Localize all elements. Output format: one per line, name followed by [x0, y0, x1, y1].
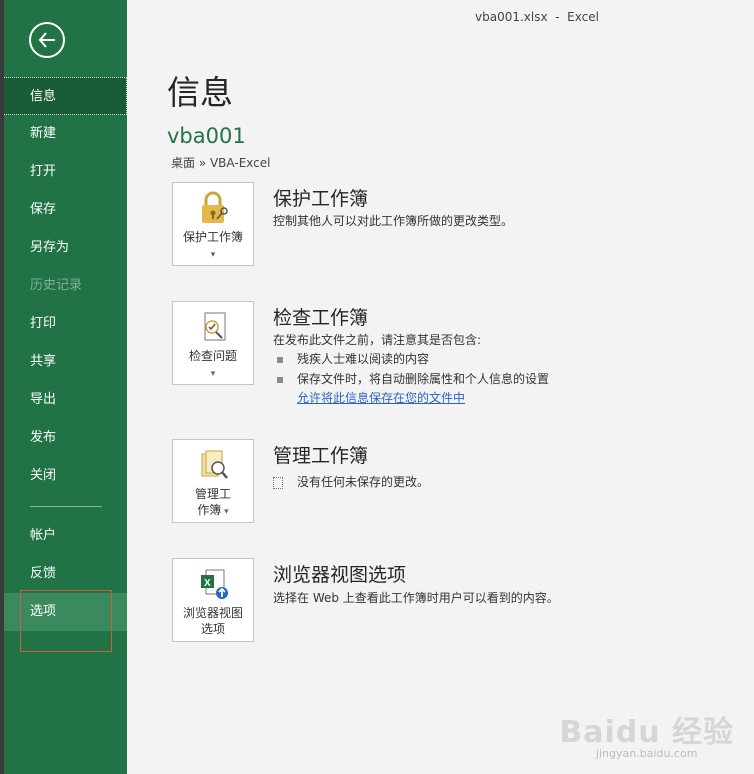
info-panel: vba001.xlsx - Excel 信息 vba001 桌面 » VBA-E…: [127, 0, 754, 774]
baidu-logo: Baidu 经验: [559, 715, 734, 750]
unsaved-changes-note: 没有任何未保存的更改。: [273, 473, 429, 490]
check-issues-button[interactable]: 检查问题 ▾: [172, 301, 254, 385]
inspect-workbook-title: 检查工作簿: [273, 307, 369, 329]
nav-item-account[interactable]: 帐户: [4, 517, 127, 555]
nav-item-feedback[interactable]: 反馈: [4, 555, 127, 593]
page-title: 信息: [167, 73, 233, 112]
bullet-square-icon: [277, 356, 283, 363]
protect-workbook-title: 保护工作簿: [273, 188, 369, 210]
lock-key-icon: [202, 191, 228, 223]
inspect-bullet-accessibility: 残疾人士难以阅读的内容: [277, 350, 429, 367]
dropdown-caret-icon: ▾: [221, 507, 229, 517]
svg-text:X: X: [204, 578, 211, 589]
browser-view-options-button[interactable]: X 浏览器视图 选项: [172, 558, 254, 642]
nav-item-options[interactable]: 选项: [4, 593, 127, 631]
inspect-doc-icon: [204, 312, 226, 341]
nav-divider: [30, 506, 102, 507]
backstage-nav: 信息 新建 打开 保存 另存为 历史记录 打印 共享 导出 发布 关闭 帐户 反…: [4, 0, 127, 774]
window-title: vba001.xlsx - Excel: [475, 10, 599, 24]
allow-save-info-link[interactable]: 允许将此信息保存在您的文件中: [297, 389, 465, 406]
nav-item-share[interactable]: 共享: [4, 343, 127, 381]
nav-item-history: 历史记录: [30, 278, 83, 293]
dropdown-caret-icon: ▾: [210, 369, 216, 379]
bullet-square-icon: [277, 376, 283, 383]
document-name: vba001: [167, 124, 246, 148]
nav-item-new[interactable]: 新建: [4, 115, 127, 153]
nav-item-save[interactable]: 保存: [4, 191, 127, 229]
nav-item-print[interactable]: 打印: [4, 305, 127, 343]
browser-view-button-label-line1: 浏览器视图: [182, 606, 243, 620]
nav-item-open[interactable]: 打开: [4, 153, 127, 191]
nav-item-save-as[interactable]: 另存为: [4, 229, 127, 267]
browser-view-options-title: 浏览器视图选项: [273, 564, 407, 586]
manage-workbook-button-label-line1: 管理工: [194, 487, 231, 501]
back-arrow-icon: [38, 32, 55, 48]
nav-item-close[interactable]: 关闭: [4, 457, 127, 495]
document-path: 桌面 » VBA-Excel: [171, 156, 271, 170]
back-button[interactable]: [29, 22, 65, 58]
protect-workbook-button[interactable]: 保护工作簿 ▾: [172, 182, 254, 266]
check-issues-button-label: 检查问题: [188, 349, 237, 363]
manage-workbook-button[interactable]: 管理工 作簿 ▾: [172, 439, 254, 523]
nav-item-info[interactable]: 信息: [4, 77, 127, 115]
manage-workbook-button-label-line2: 作簿: [197, 503, 222, 517]
dropdown-caret-icon: ▾: [210, 250, 216, 260]
manage-workbook-icon: [201, 450, 228, 479]
protect-workbook-description: 控制其他人可以对此工作簿所做的更改类型。: [273, 214, 514, 228]
manage-workbook-title: 管理工作簿: [273, 445, 369, 467]
protect-workbook-button-label: 保护工作簿: [182, 230, 243, 244]
document-icon: [273, 476, 283, 489]
nav-item-publish[interactable]: 发布: [4, 419, 127, 457]
browser-view-icon: X: [201, 569, 228, 599]
browser-view-button-label-line2: 选项: [200, 622, 225, 636]
browser-view-options-description: 选择在 Web 上查看此工作簿时用户可以看到的内容。: [273, 591, 559, 605]
inspect-bullet-properties: 保存文件时，将自动删除属性和个人信息的设置: [277, 370, 549, 387]
nav-item-export[interactable]: 导出: [4, 381, 127, 419]
inspect-workbook-description: 在发布此文件之前，请注意其是否包含:: [273, 333, 482, 347]
baidu-watermark: Baidu 经验 jingyan.baidu.com: [559, 707, 734, 760]
